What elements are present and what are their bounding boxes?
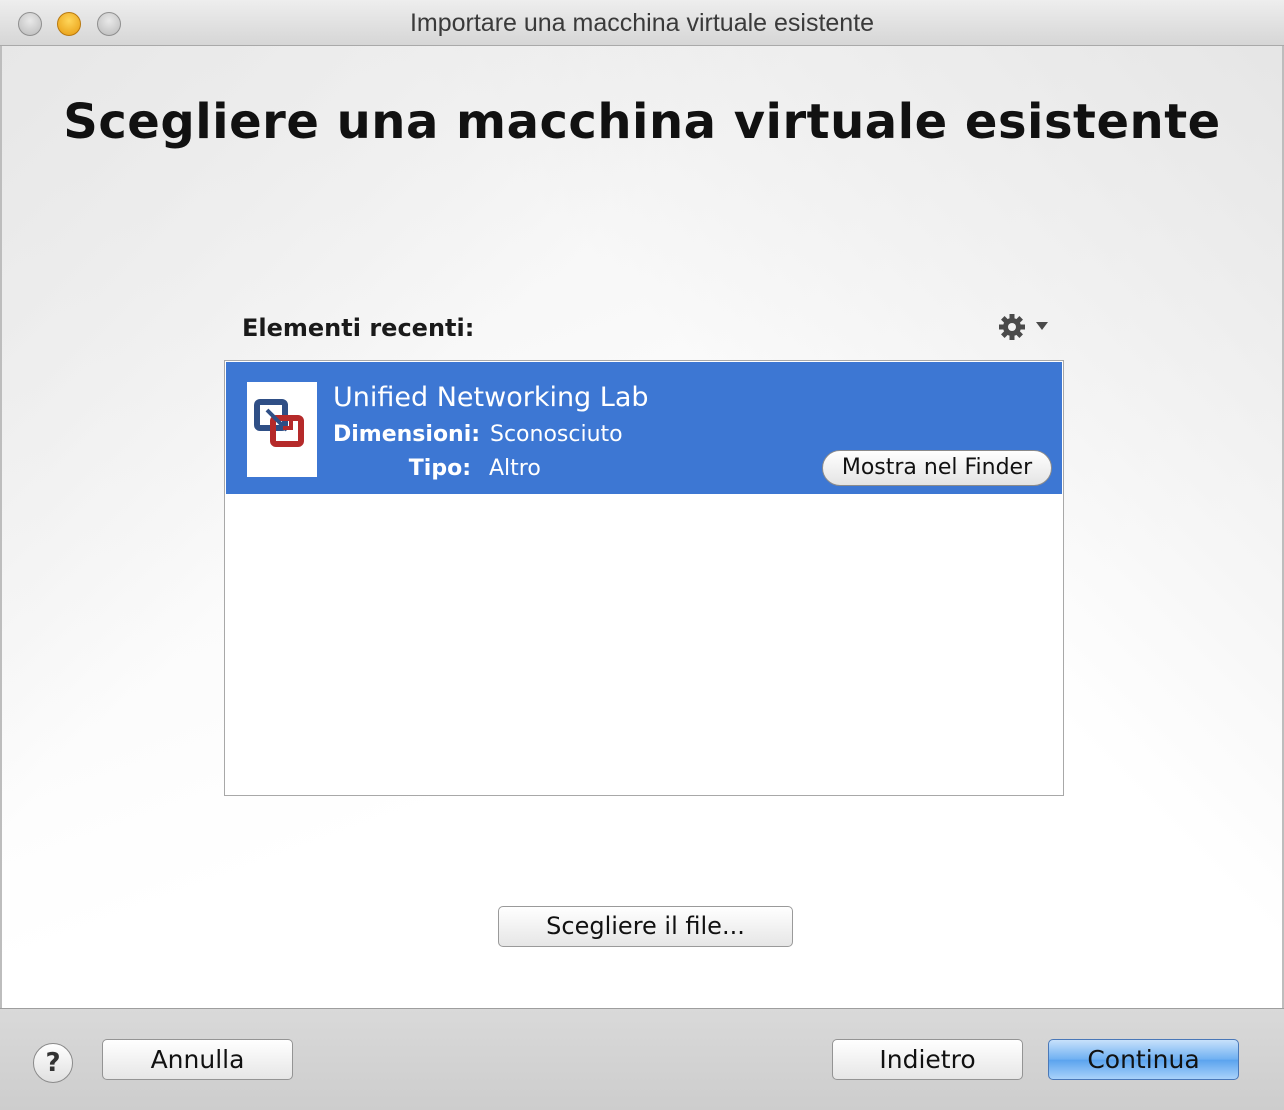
content-area: Scegliere una macchina virtuale esistent… [0,46,1284,1008]
type-value: Altro [489,456,541,481]
type-label: Tipo: [408,456,471,481]
page-title: Scegliere una macchina virtuale esistent… [63,94,1221,150]
vm-name: Unified Networking Lab [333,382,649,413]
back-button[interactable]: Indietro [832,1039,1023,1080]
recent-items-list[interactable]: Unified Networking Lab Dimensioni: Scono… [224,360,1064,796]
chevron-down-icon [1036,322,1048,330]
recent-items-label: Elementi recenti: [242,314,475,342]
list-item[interactable]: Unified Networking Lab Dimensioni: Scono… [226,362,1062,494]
show-in-finder-button[interactable]: Mostra nel Finder [822,450,1052,486]
size-value: Sconosciuto [490,422,623,447]
gear-icon [999,314,1048,340]
import-vm-window: Importare una macchina virtuale esistent… [0,0,1284,1110]
gear-menu-button[interactable] [996,312,1052,342]
continue-button[interactable]: Continua [1048,1039,1239,1080]
cancel-button[interactable]: Annulla [102,1039,293,1080]
vmware-vm-icon [247,382,317,477]
footer-bar: ? Annulla Indietro Continua [0,1008,1284,1110]
choose-file-button[interactable]: Scegliere il file... [498,906,793,947]
help-button[interactable]: ? [33,1043,73,1083]
window-title: Importare una macchina virtuale esistent… [409,9,875,37]
title-bar: Importare una macchina virtuale esistent… [0,0,1284,46]
size-label: Dimensioni: [333,422,481,447]
